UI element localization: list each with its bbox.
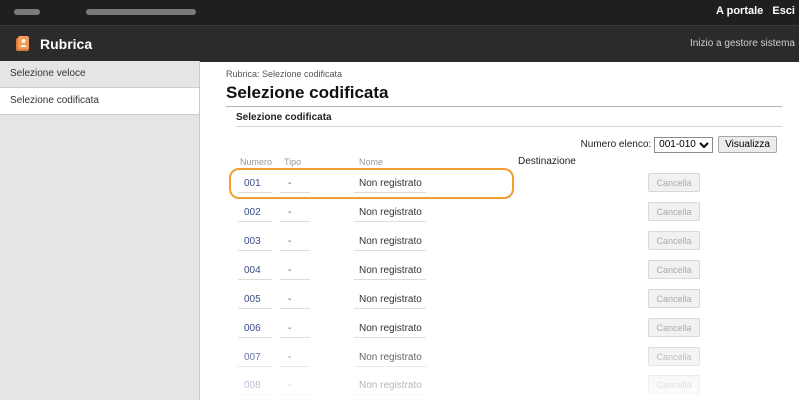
top-bar: A portale Esci [0,0,799,25]
portal-link[interactable]: A portale [716,5,763,17]
address-book-icon [16,36,29,51]
main-content: Rubrica: Selezione codificata Selezione … [200,61,799,400]
title-divider [226,106,782,107]
entry-name: Non registrato [359,207,422,218]
entry-type: - [288,294,292,305]
delete-button[interactable]: Cancella [648,260,700,279]
entry-number-link[interactable]: 004 [244,265,261,276]
delete-button[interactable]: Cancella [648,173,700,192]
column-header-name: Nome [359,157,384,167]
table-row: 003 - Non registrato Cancella [200,228,799,256]
entry-number-link[interactable]: 008 [244,380,261,391]
entry-name: Non registrato [359,352,422,363]
highlight-outline [229,168,514,199]
divider [354,337,426,338]
page-title: Selezione codificata [226,83,389,102]
divider [354,279,426,280]
divider [280,337,310,338]
entry-name: Non registrato [359,294,422,305]
divider [280,366,310,367]
column-header-destination: Destinazione [518,156,576,167]
delete-button[interactable]: Cancella [648,231,700,250]
divider [238,279,272,280]
entry-name: Non registrato [359,265,422,276]
delete-button[interactable]: Cancella [648,318,700,337]
delete-button[interactable]: Cancella [648,375,700,394]
delete-button[interactable]: Cancella [648,202,700,221]
divider [238,250,272,251]
entry-number-link[interactable]: 005 [244,294,261,305]
breadcrumb: Rubrica: Selezione codificata [226,69,343,79]
divider [238,308,272,309]
divider [238,221,272,222]
sidebar: Selezione veloce Selezione codificata [0,61,200,400]
entry-number-link[interactable]: 002 [244,207,261,218]
column-header-number: Numero [240,157,273,167]
divider [354,308,426,309]
divider [354,366,426,367]
table-row: 004 - Non registrato Cancella [200,257,799,285]
divider [354,221,426,222]
divider [280,394,310,395]
divider [280,221,310,222]
blurred-device-name [14,9,40,15]
divider [354,250,426,251]
entry-type: - [288,265,292,276]
delete-button[interactable]: Cancella [648,289,700,308]
entry-number-link[interactable]: 003 [244,236,261,247]
entry-number-link[interactable]: 006 [244,323,261,334]
entry-number-link[interactable]: 007 [244,352,261,363]
entry-name: Non registrato [359,380,422,391]
divider [238,337,272,338]
logout-link[interactable]: Esci [772,5,795,17]
entry-type: - [288,207,292,218]
sidebar-item-quick-dial[interactable]: Selezione veloce [0,61,199,88]
table-row: 008 - Non registrato Cancella [200,372,799,400]
entry-type: - [288,380,292,391]
top-links: A portale Esci [710,5,795,17]
table-row: 007 - Non registrato Cancella [200,344,799,372]
entry-type: - [288,323,292,334]
entry-name: Non registrato [359,236,422,247]
table-row: 002 - Non registrato Cancella [200,199,799,227]
table-row: 005 - Non registrato Cancella [200,286,799,314]
column-header-type: Tipo [284,157,302,167]
section-divider [236,126,782,127]
list-number-label: Numero elenco: [580,139,652,150]
divider [280,308,310,309]
page-header-title: Rubrica [40,36,93,52]
divider [354,394,426,395]
divider [238,366,272,367]
divider [280,279,310,280]
blurred-device-model [86,9,196,15]
table-row: 006 - Non registrato Cancella [200,315,799,343]
divider [280,250,310,251]
system-manager-link[interactable]: Inizio a gestore sistema [690,38,795,49]
list-number-select[interactable]: 001-010 [654,136,714,153]
list-controls: Numero elenco: 001-010 Visualizza [581,136,777,153]
divider [238,394,272,395]
section-title: Selezione codificata [236,112,332,123]
entry-type: - [288,236,292,247]
entry-type: - [288,352,292,363]
delete-button[interactable]: Cancella [648,347,700,366]
entry-name: Non registrato [359,323,422,334]
view-button[interactable]: Visualizza [718,136,777,153]
sidebar-item-coded-dial[interactable]: Selezione codificata [0,88,199,115]
app-header: Rubrica Inizio a gestore sistema [0,25,799,62]
